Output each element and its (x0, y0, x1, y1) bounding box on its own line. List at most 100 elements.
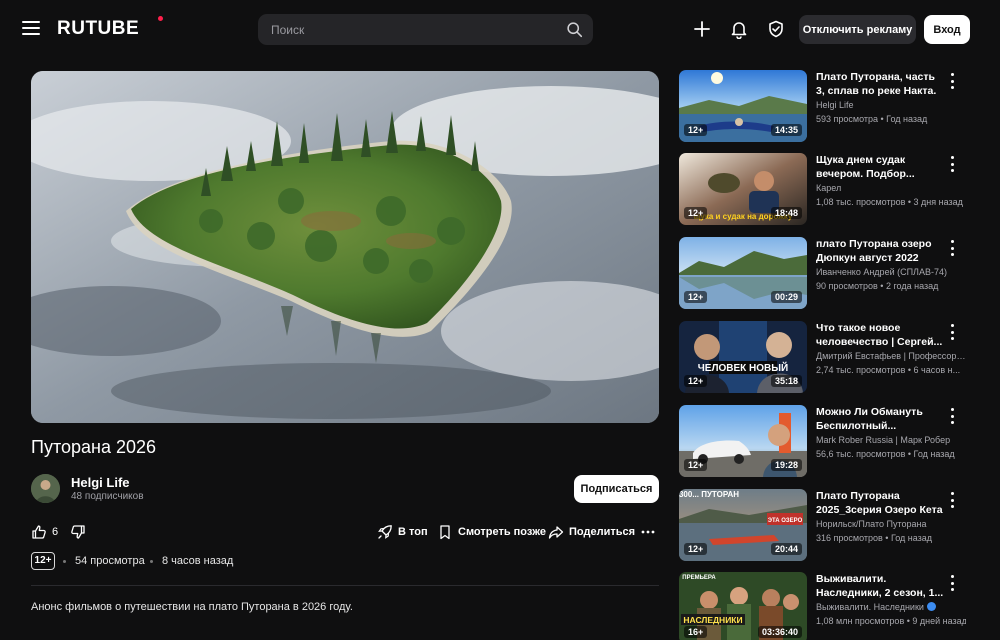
channel-name[interactable]: Helgi Life (71, 475, 130, 490)
recommendation-channel-label: Выживалити. Наследники (816, 602, 924, 612)
recommendation-card[interactable]: 12+ 00:29 плато Путорана озеро Дюпкун ав… (679, 237, 979, 311)
age-badge: 16+ (684, 626, 708, 638)
thumbnail-tag: ЭТА ОЗЕРО (768, 518, 803, 524)
bell-icon[interactable] (729, 19, 749, 39)
thumbs-down-icon (71, 525, 85, 539)
rocket-icon (378, 525, 392, 539)
recommendation-thumbnail[interactable]: 12+ 14:35 (679, 70, 807, 142)
recommendation-card[interactable]: ЧЕЛОВЕК НОВЫЙ 12+ 35:18 Что такое новое … (679, 321, 979, 395)
recommendation-stats: 316 просмотров • Год назад (816, 533, 933, 543)
recommendation-channel[interactable]: Норильск/Плато Путорана (816, 519, 966, 529)
view-count: 54 просмотра (75, 555, 145, 567)
recommendation-thumbnail[interactable]: 12+ 00:29 (679, 237, 807, 309)
menu-icon[interactable] (22, 21, 40, 37)
logo-dot (158, 16, 163, 21)
recommendation-channel[interactable]: Карел (816, 183, 966, 193)
page-scrollbar[interactable] (990, 60, 996, 640)
like-button[interactable]: 6 (31, 522, 58, 542)
divider (31, 585, 659, 586)
recommendation-card[interactable]: щука и судак на дорожку 12+ 18:48 Щука д… (679, 153, 979, 227)
subscriber-count: 48 подписчиков (71, 491, 144, 502)
share-label: Поделиться (569, 526, 636, 538)
recommendation-channel[interactable]: Mark Rober Russia | Марк Робер (816, 435, 966, 445)
shield-icon[interactable] (766, 19, 786, 39)
duration-badge: 03:36:40 (757, 626, 802, 638)
share-icon (548, 526, 564, 539)
dislike-button[interactable] (70, 522, 86, 542)
recommendation-stats: 56,6 тыс. просмотров • Год назад (816, 449, 955, 459)
more-vertical-icon[interactable] (947, 575, 957, 591)
age-badge: 12+ (684, 291, 708, 303)
recommendation-thumbnail[interactable]: ЧЕЛОВЕК НОВЫЙ 12+ 35:18 (679, 321, 807, 393)
age-badge: 12+ (684, 375, 708, 387)
thumbnail-caption: 300... ПУТОРАН (679, 490, 739, 499)
search-input[interactable] (258, 14, 558, 45)
recommendation-stats: 1,08 тыс. просмотров • 3 дня назад (816, 197, 963, 207)
age-badge: 12+ (684, 207, 708, 219)
more-vertical-icon[interactable] (947, 73, 957, 89)
more-vertical-icon[interactable] (947, 156, 957, 172)
recommendation-stats: 2,74 тыс. просмотров • 6 часов н... (816, 365, 961, 375)
duration-badge: 18:48 (770, 207, 802, 219)
recommendation-title[interactable]: Можно Ли Обмануть Беспилотный... (816, 405, 944, 433)
thumbnail-caption: НАСЛЕДНИКИ (683, 615, 742, 625)
recommendation-stats: 593 просмотра • Год назад (816, 114, 928, 124)
rutube-logo[interactable]: RUTUBE (57, 18, 139, 40)
recommendation-title[interactable]: Что такое новое человечество | Сергей... (816, 321, 944, 349)
video-player[interactable] (31, 71, 659, 423)
recommendation-thumbnail[interactable]: 300... ПУТОРАН ЭТА ОЗЕРО 12+ 20:44 (679, 489, 807, 561)
header: RUTUBE Отключить рекламу Вход (0, 0, 1000, 58)
recommendation-title[interactable]: Щука днем судак вечером. Подбор... (816, 153, 944, 181)
recommendation-title[interactable]: Выживалити. Наследники, 2 сезон, 1... (816, 572, 944, 600)
recommendation-thumbnail[interactable]: 12+ 19:28 (679, 405, 807, 477)
login-button[interactable]: Вход (924, 15, 970, 44)
watch-later-button[interactable]: Смотреть позже (437, 522, 546, 542)
more-vertical-icon[interactable] (947, 408, 957, 424)
recommendation-channel[interactable]: Дмитрий Евстафьев | Профессор с... (816, 351, 966, 361)
more-vertical-icon[interactable] (947, 492, 957, 508)
recommendation-title[interactable]: Плато Путорана 2025_3серия Озеро Кета (816, 489, 944, 517)
video-description: Анонс фильмов о путешествии на плато Пут… (31, 601, 353, 613)
more-vertical-icon[interactable] (947, 324, 957, 340)
verified-icon (926, 602, 936, 611)
age-badge: 12+ (684, 543, 708, 555)
share-button[interactable]: Поделиться (548, 522, 635, 542)
recommendation-card[interactable]: 12+ 14:35 Плато Путорана, часть 3, сплав… (679, 70, 979, 144)
thumbnail-caption: ЧЕЛОВЕК НОВЫЙ (698, 361, 788, 374)
recommendation-channel[interactable]: Иванченко Андрей (СПЛАВ-74) (816, 267, 966, 277)
age-badge: 12+ (684, 124, 708, 136)
recommendation-card[interactable]: 12+ 19:28 Можно Ли Обмануть Беспилотный.… (679, 405, 979, 479)
like-count: 6 (52, 526, 59, 538)
channel-avatar[interactable] (31, 474, 60, 503)
recommendation-thumbnail[interactable]: ПРЕМЬЕРА НАСЛЕДНИКИ 16+ 03:36:40 (679, 572, 807, 640)
recommendation-card[interactable]: ПРЕМЬЕРА НАСЛЕДНИКИ 16+ 03:36:40 Выживал… (679, 572, 979, 640)
top-label: В топ (398, 526, 428, 538)
more-vertical-icon[interactable] (947, 240, 957, 256)
recommendation-stats: 1,08 млн просмотров • 9 дней назад (816, 616, 966, 626)
recommendation-channel[interactable]: Выживалити. Наследники (816, 602, 966, 612)
recommendation-channel[interactable]: Helgi Life (816, 100, 966, 110)
search-icon[interactable] (566, 21, 583, 38)
age-rating-badge: 12+ (31, 552, 55, 570)
duration-badge: 00:29 (770, 291, 802, 303)
watch-later-label: Смотреть позже (458, 526, 546, 538)
meta-separator (150, 560, 153, 563)
duration-badge: 20:44 (770, 543, 802, 555)
recommendation-stats: 90 просмотров • 2 года назад (816, 281, 939, 291)
video-title: Путорана 2026 (31, 437, 157, 457)
thumbnail-caption: ПРЕМЬЕРА (682, 575, 716, 581)
duration-badge: 14:35 (770, 124, 802, 136)
recommendation-card[interactable]: 300... ПУТОРАН ЭТА ОЗЕРО 12+ 20:44 Плато… (679, 489, 979, 563)
disable-ads-button[interactable]: Отключить рекламу (799, 15, 916, 44)
thumbs-up-icon (32, 525, 46, 539)
more-actions-button[interactable] (640, 522, 656, 542)
plus-icon[interactable] (692, 19, 712, 39)
recommendation-title[interactable]: плато Путорана озеро Дюпкун август 2022 (816, 237, 944, 265)
age-badge: 12+ (684, 459, 708, 471)
subscribe-button[interactable]: Подписаться (574, 475, 659, 503)
top-button[interactable]: В топ (377, 522, 428, 542)
recommendation-title[interactable]: Плато Путорана, часть 3, сплав по реке Н… (816, 70, 944, 98)
video-frame-island (31, 71, 659, 423)
bookmark-icon (440, 525, 450, 540)
recommendation-thumbnail[interactable]: щука и судак на дорожку 12+ 18:48 (679, 153, 807, 225)
